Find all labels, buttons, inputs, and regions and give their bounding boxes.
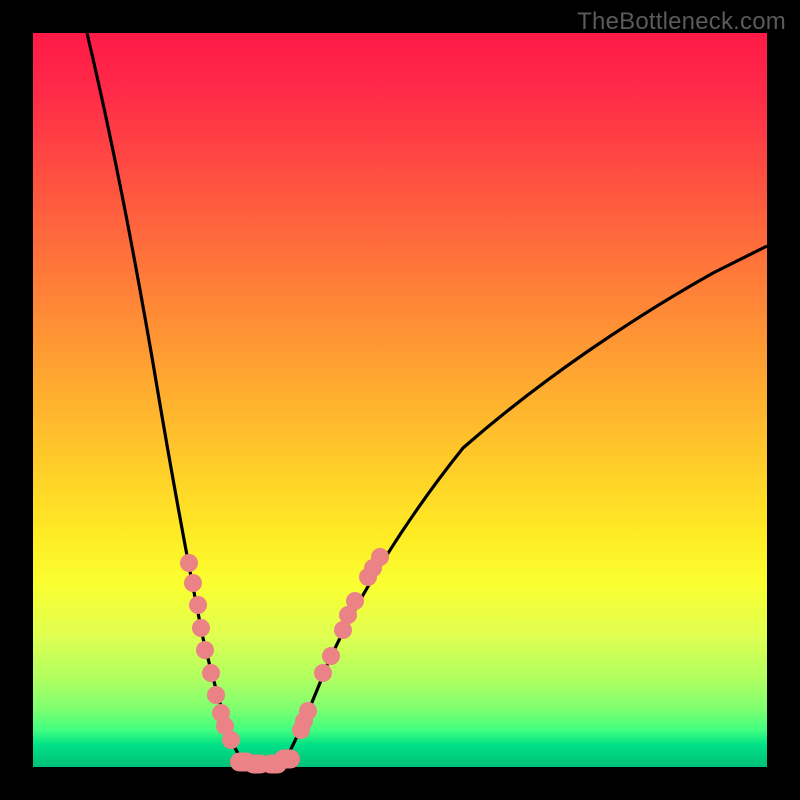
data-point-dot <box>299 702 317 720</box>
chart-container: TheBottleneck.com <box>0 0 800 800</box>
data-point-dot <box>180 554 198 572</box>
data-point-dot <box>222 731 240 749</box>
data-point-dot <box>274 750 300 769</box>
curve-layer <box>33 33 767 767</box>
data-point-dot <box>371 548 389 566</box>
data-point-dot <box>202 664 220 682</box>
data-point-dot <box>346 592 364 610</box>
right-curve-path <box>281 246 767 767</box>
data-point-dot <box>322 647 340 665</box>
data-point-dot <box>192 619 210 637</box>
data-point-dot <box>207 686 225 704</box>
data-point-dot <box>184 574 202 592</box>
data-point-dot <box>196 641 214 659</box>
watermark-text: TheBottleneck.com <box>577 8 786 36</box>
left-curve-path <box>87 33 251 767</box>
data-point-dot <box>314 664 332 682</box>
data-point-dot <box>189 596 207 614</box>
